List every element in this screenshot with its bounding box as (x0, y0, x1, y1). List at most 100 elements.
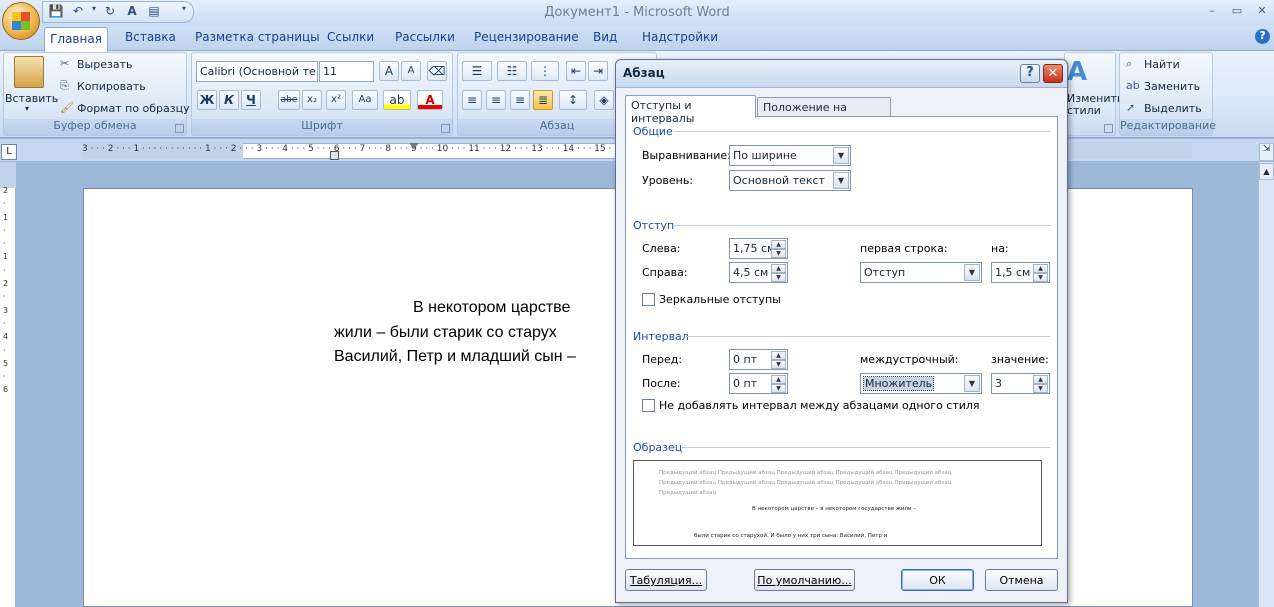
change-styles-label-2[interactable]: стили (1067, 104, 1101, 117)
spelling-icon[interactable]: A (124, 4, 140, 20)
paste-dropdown-icon[interactable]: ▾ (25, 104, 29, 113)
tab-line-page-breaks[interactable]: Положение на странице (757, 97, 891, 127)
close-window-button[interactable]: ✕ (1252, 4, 1272, 18)
left-indent-marker[interactable] (330, 151, 339, 160)
tab-home[interactable]: Главная (44, 27, 108, 52)
tab-insert[interactable]: Вставка (125, 30, 176, 48)
tab-indents-spacing[interactable]: Отступы и интервалы (625, 95, 756, 125)
underline-button[interactable]: Ч (241, 90, 261, 110)
paste-button[interactable]: Вставить (5, 92, 58, 105)
scroll-up-icon[interactable]: ▲ (1259, 163, 1274, 180)
bold-button[interactable]: Ж (197, 90, 217, 110)
spin-down-icon[interactable]: ▼ (771, 360, 786, 369)
tab-page-layout[interactable]: Разметка страницы (195, 30, 320, 48)
grow-font-icon[interactable]: A (379, 61, 399, 81)
multilevel-list-icon[interactable]: ⋮ (531, 61, 559, 81)
select-button[interactable]: Выделить (1144, 102, 1202, 115)
indent-left-spinner[interactable]: 1,75 см ▲ ▼ (729, 238, 788, 259)
change-styles-icon[interactable]: A (1067, 57, 1087, 87)
clipboard-launcher-icon[interactable] (175, 124, 184, 133)
align-center-icon[interactable]: ≡ (486, 90, 506, 110)
change-case-button[interactable]: Aa (352, 90, 378, 110)
font-name-combo[interactable]: Calibri (Основной те (196, 61, 318, 82)
spin-up-icon[interactable]: ▲ (771, 240, 786, 249)
shading-icon[interactable]: ◈ (594, 90, 614, 110)
tab-review[interactable]: Рецензирование (474, 30, 579, 48)
tab-selector-icon[interactable]: L (1, 144, 17, 160)
font-launcher-icon[interactable] (441, 124, 450, 133)
chevron-down-icon[interactable]: ▼ (964, 264, 980, 281)
line-spacing-select[interactable]: Множитель ▼ (860, 373, 982, 394)
format-painter-button[interactable]: Формат по образцу (77, 102, 190, 115)
help-icon[interactable]: ? (1255, 29, 1270, 44)
spacing-at-spinner[interactable]: 3 ▲ ▼ (991, 373, 1050, 394)
indent-right-spinner[interactable]: 4,5 см ▲ ▼ (729, 262, 788, 283)
decrease-indent-icon[interactable]: ⇤ (566, 61, 586, 81)
undo-icon[interactable]: ↶ (70, 4, 86, 20)
spin-up-icon[interactable]: ▲ (771, 351, 786, 360)
spin-down-icon[interactable]: ▼ (771, 384, 786, 393)
align-left-icon[interactable]: ≡ (462, 90, 482, 110)
spin-up-icon[interactable]: ▲ (1033, 264, 1048, 273)
cut-button[interactable]: Вырезать (77, 58, 132, 71)
default-button[interactable]: По умолчанию... (754, 569, 855, 591)
redo-icon[interactable]: ↻ (102, 4, 118, 20)
font-size-combo[interactable]: 11 (319, 61, 374, 82)
shrink-font-icon[interactable]: A (401, 61, 421, 81)
copy-button[interactable]: Копировать (77, 80, 146, 93)
replace-button[interactable]: Заменить (1144, 80, 1200, 93)
chevron-down-icon[interactable]: ▼ (964, 375, 980, 392)
highlight-icon[interactable]: ab (383, 90, 411, 110)
line-spacing-icon[interactable]: ↕ (559, 90, 587, 110)
first-line-select[interactable]: Отступ ▼ (860, 262, 982, 283)
restore-button[interactable]: ▭ (1227, 4, 1247, 18)
spin-down-icon[interactable]: ▼ (771, 273, 786, 282)
level-select[interactable]: Основной текст ▼ (729, 170, 851, 191)
spacing-after-spinner[interactable]: 0 пт ▲ ▼ (729, 373, 788, 394)
strikethrough-button[interactable]: abe (278, 90, 300, 110)
mirror-indents-checkbox[interactable] (642, 293, 655, 306)
minimize-button[interactable]: – (1202, 4, 1222, 18)
cancel-button[interactable]: Отмена (985, 569, 1058, 591)
undo-dropdown-icon[interactable]: ▾ (86, 4, 102, 20)
tab-mailings[interactable]: Рассылки (395, 30, 455, 48)
dialog-help-button[interactable]: ? (1020, 64, 1040, 83)
spin-up-icon[interactable]: ▲ (1033, 375, 1048, 384)
subscript-button[interactable]: x₂ (302, 90, 322, 110)
tabs-button[interactable]: Табуляция... (625, 569, 707, 591)
spin-down-icon[interactable]: ▼ (1033, 273, 1048, 282)
bullets-icon[interactable]: ☰ (462, 61, 492, 81)
superscript-button[interactable]: x² (326, 90, 346, 110)
spin-up-icon[interactable]: ▲ (771, 264, 786, 273)
align-right-icon[interactable]: ≡ (510, 90, 530, 110)
spin-down-icon[interactable]: ▼ (1033, 384, 1048, 393)
spin-down-icon[interactable]: ▼ (771, 249, 786, 258)
numbering-icon[interactable]: ☷ (497, 61, 527, 81)
indent-by-spinner[interactable]: 1,5 см ▲ ▼ (991, 262, 1050, 283)
italic-button[interactable]: К (219, 90, 239, 110)
tab-addins[interactable]: Надстройки (642, 30, 718, 48)
office-button[interactable] (2, 2, 40, 40)
save-icon[interactable]: 💾 (48, 4, 64, 20)
dialog-close-button[interactable]: ✕ (1043, 64, 1063, 83)
increase-indent-icon[interactable]: ⇥ (588, 61, 608, 81)
view-ruler-icon[interactable]: ⇲ (1259, 143, 1274, 161)
spacing-before-spinner[interactable]: 0 пт ▲ ▼ (729, 349, 788, 370)
first-line-indent-marker[interactable] (409, 143, 419, 149)
spin-up-icon[interactable]: ▲ (771, 375, 786, 384)
clear-format-icon[interactable]: ⌫ (427, 61, 447, 81)
paste-icon[interactable] (14, 56, 44, 88)
no-space-same-style-checkbox[interactable] (642, 399, 655, 412)
justify-icon[interactable]: ≣ (533, 90, 553, 110)
chevron-down-icon[interactable]: ▼ (833, 172, 849, 189)
alignment-select[interactable]: По ширине ▼ (729, 145, 851, 166)
ok-button[interactable]: ОК (901, 569, 974, 591)
customize-qat-icon[interactable]: ▾ (176, 4, 192, 20)
vertical-scrollbar[interactable] (1258, 162, 1274, 607)
find-button[interactable]: Найти (1144, 58, 1180, 71)
chevron-down-icon[interactable]: ▼ (833, 147, 849, 164)
tab-references[interactable]: Ссылки (327, 30, 374, 48)
styles-launcher-icon[interactable] (1104, 124, 1113, 133)
new-document-icon[interactable]: ▤ (146, 4, 162, 20)
font-color-icon[interactable]: A (417, 90, 443, 110)
